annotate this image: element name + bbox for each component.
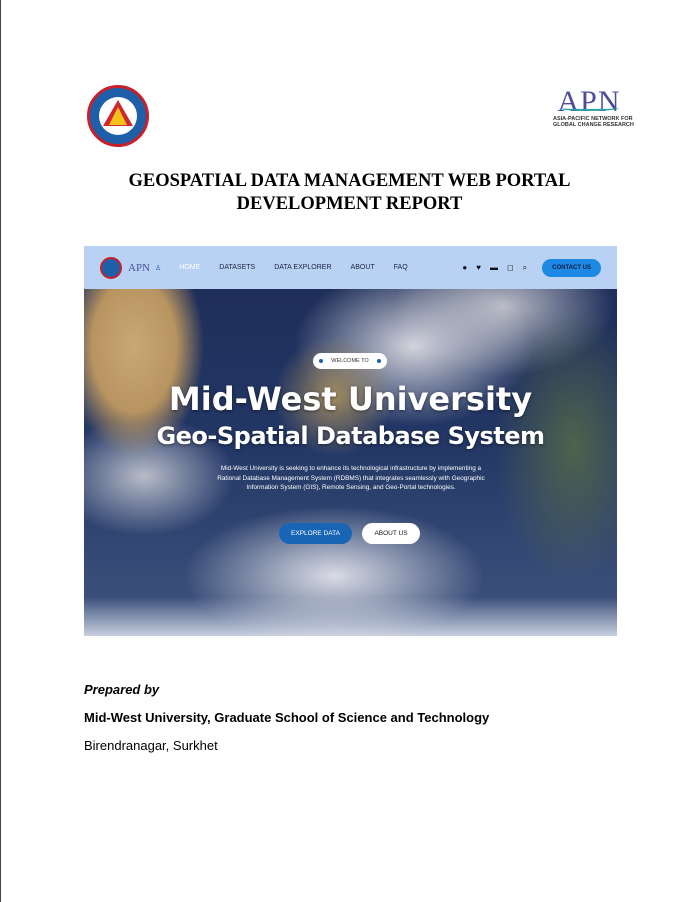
- portal-navbar: APN ♙ HOME DATASETS DATA EXPLORER ABOUT …: [84, 246, 617, 289]
- nav-partner-icon: ♙: [155, 264, 162, 272]
- hero-subheading: Geo-Spatial Database System: [156, 422, 545, 450]
- youtube-icon: ▬: [489, 262, 498, 272]
- instagram-icon: ◻: [506, 262, 514, 272]
- title-line-2: DEVELOPMENT REPORT: [236, 194, 463, 214]
- organization-name: Mid-West University, Graduate School of …: [84, 710, 490, 725]
- portal-screenshot: APN ♙ HOME DATASETS DATA EXPLORER ABOUT …: [84, 246, 617, 636]
- explore-data-button: EXPLORE DATA: [279, 523, 352, 544]
- title-line-1: GEOSPATIAL DATA MANAGEMENT WEB PORTAL: [128, 171, 571, 191]
- mwu-logo: [87, 85, 149, 147]
- facebook-icon: ●: [462, 262, 468, 272]
- prepared-by-label: Prepared by: [84, 682, 160, 697]
- nav-home: HOME: [179, 264, 201, 271]
- nav-mwu-logo: [100, 256, 122, 279]
- hero-description: Mid-West University is seeking to enhanc…: [217, 465, 485, 491]
- report-title: GEOSPATIAL DATA MANAGEMENT WEB PORTAL DE…: [1, 170, 697, 216]
- nav-datasets: DATASETS: [219, 264, 256, 271]
- nav-apn-logo: APN: [128, 261, 151, 274]
- about-us-button: ABOUT US: [362, 523, 420, 544]
- search-icon: ⌕: [522, 262, 528, 272]
- nav-faq: FAQ: [393, 264, 408, 271]
- apn-subtitle-2: GLOBAL CHANGE RESEARCH: [553, 122, 634, 128]
- nav-data-explorer: DATA EXPLORER: [274, 264, 332, 271]
- location: Birendranagar, Surkhet: [84, 738, 218, 753]
- apn-logo: APN ASIA-PACIFIC NETWORK FOR GLOBAL CHAN…: [553, 85, 634, 129]
- contact-us-button: CONTACT US: [542, 258, 601, 277]
- twitter-icon: ♥: [476, 262, 481, 272]
- welcome-badge: WELCOME TO: [313, 353, 387, 369]
- nav-about: ABOUT: [350, 264, 375, 271]
- hero-heading: Mid-West University: [168, 380, 533, 418]
- apn-logo-text: APN: [557, 85, 621, 118]
- welcome-text: WELCOME TO: [331, 358, 369, 364]
